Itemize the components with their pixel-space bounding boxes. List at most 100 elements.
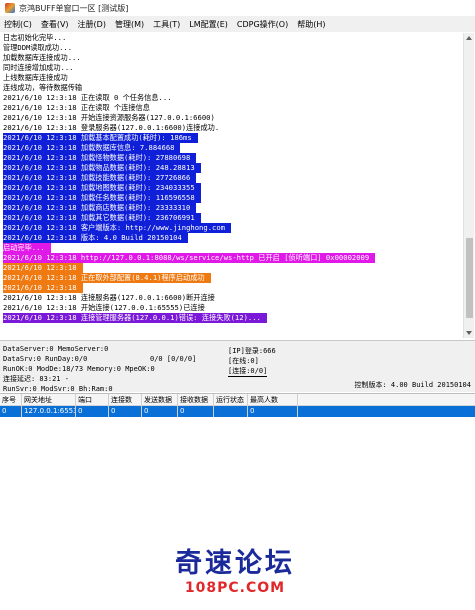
log-line: 2021/6/10 12:3:18	[2, 263, 462, 273]
table-cell: 0	[178, 406, 214, 417]
log-line: 连线成功，等待数据传输	[2, 83, 462, 93]
log-scrollbar[interactable]	[463, 33, 474, 338]
log-line: 2021/6/10 12:3:18 加载商店数据(耗时): 23333310	[2, 203, 462, 213]
log-line: 2021/6/10 12:3:18 版本: 4.0 Build 20150104	[2, 233, 462, 243]
log-text: 2021/6/10 12:3:18 加载商店数据(耗时): 23333310	[3, 203, 197, 213]
col-header-connections[interactable]: 连接数	[109, 394, 142, 405]
col-header-address[interactable]: 网关地址	[22, 394, 76, 405]
col-header-port[interactable]: 端口	[76, 394, 109, 405]
col-header-sent[interactable]: 发送数据	[142, 394, 178, 405]
menu-bar: 控制(C) 查看(V) 注册(D) 管理(M) 工具(T) LM配置(E) CD…	[0, 16, 475, 32]
col-header-max-users[interactable]: 最高人数	[248, 394, 298, 405]
log-line: 2021/6/10 12:3:18 正在读取 0 个任务信息...	[2, 93, 462, 103]
scroll-up-icon[interactable]	[466, 36, 472, 40]
menu-lm-config[interactable]: LM配置(E)	[189, 19, 228, 30]
table-cell: 0	[0, 406, 22, 417]
log-line: 2021/6/10 12:3:18 加载怪物数据(耗时): 27880698	[2, 153, 462, 163]
log-line: 2021/6/10 12:3:18 登录服务器(127.0.0.1:6600)连…	[2, 123, 462, 133]
log-line: 2021/6/10 12:3:18 加载物品数据(耗时): 248.28813	[2, 163, 462, 173]
menu-help[interactable]: 帮助(H)	[297, 19, 325, 30]
title-bar: 京鸿BUFF单窗口一区 [测试版]	[0, 0, 475, 16]
menu-tools[interactable]: 工具(T)	[153, 19, 180, 30]
log-line: 日志初始化完毕...	[2, 33, 462, 43]
log-text: 日志初始化完毕...	[3, 33, 67, 42]
log-line: 2021/6/10 12:3:18 连接管理服务器(127.0.0.1)错误: …	[2, 313, 462, 323]
log-text: 2021/6/10 12:3:18 加载其它数据(耗时): 236706991	[3, 213, 201, 223]
status-line: DataServer:0 MemoServer:0	[3, 345, 109, 353]
log-text: 同时连接增加成功...	[3, 63, 74, 72]
log-text: 2021/6/10 12:3:18 正在读取 个连接信息	[3, 103, 150, 112]
log-text: 2021/6/10 12:3:18 加载物品数据(耗时): 248.28813	[3, 163, 201, 173]
log-line: 2021/6/10 12:3:18 连接服务器(127.0.0.1:6600)断…	[2, 293, 462, 303]
status-panel: DataServer:0 MemoServer:0 DataSrv:0 RunD…	[0, 340, 475, 394]
log-text: 2021/6/10 12:3:18 连接服务器(127.0.0.1:6600)断…	[3, 293, 215, 302]
status-left: DataServer:0 MemoServer:0 DataSrv:0 RunD…	[3, 344, 213, 394]
menu-view[interactable]: 查看(V)	[41, 19, 69, 30]
log-text: 2021/6/10 12:3:18 版本: 4.0 Build 20150104	[3, 233, 188, 243]
scroll-thumb[interactable]	[466, 238, 473, 318]
log-text: 2021/6/10 12:3:18 登录服务器(127.0.0.1:6600)连…	[3, 123, 220, 132]
log-line: 管理DDM读取成功...	[2, 43, 462, 53]
table-cell: 0	[109, 406, 142, 417]
menu-control[interactable]: 控制(C)	[4, 19, 32, 30]
log-line: 2021/6/10 12:3:18 加载技能数据(耗时): 27726866	[2, 173, 462, 183]
log-text: 启动完毕...	[3, 243, 51, 253]
log-line: 启动完毕...	[2, 243, 462, 253]
log-text: 2021/6/10 12:3:18 加载基本配置成功(耗时): 186ms	[3, 133, 198, 143]
table-cell: 0	[76, 406, 109, 417]
log-line: 2021/6/10 12:3:18 http://127.0.0.1:8088/…	[2, 253, 462, 263]
col-header-index[interactable]: 序号	[0, 394, 22, 405]
status-mid: 0/0 [0/0/0]	[150, 355, 197, 363]
watermark-text: 奇速论坛	[175, 548, 295, 579]
status-online: [在线:0]	[228, 357, 259, 365]
log-line: 2021/6/10 12:3:18 正在取外部配置(8.4.1)程序启动成功	[2, 273, 462, 283]
version-label: 控制版本: 4.00 Build 20150104	[354, 381, 471, 389]
log-line: 2021/6/10 12:3:18 开始连接(127.0.0.1:65555)已…	[2, 303, 462, 313]
table-cell: 0	[248, 406, 298, 417]
log-text: 2021/6/10 12:3:18	[3, 263, 83, 273]
log-text: 连线成功，等待数据传输	[3, 83, 83, 92]
log-text: 2021/6/10 12:3:18 正在取外部配置(8.4.1)程序启动成功	[3, 273, 211, 283]
log-text: 2021/6/10 12:3:18 加载地图数据(耗时): 234033355	[3, 183, 201, 193]
log-line: 2021/6/10 12:3:18 加载数据库信息: 7.884668	[2, 143, 462, 153]
log-text: 2021/6/10 12:3:18	[3, 283, 83, 293]
menu-register[interactable]: 注册(D)	[78, 19, 106, 30]
col-header-received[interactable]: 接收数据	[178, 394, 214, 405]
log-line: 2021/6/10 12:3:18 加载任务数据(耗时): 116596558	[2, 193, 462, 203]
log-line: 上线数据库连接成功	[2, 73, 462, 83]
table-cell	[214, 406, 248, 417]
log-line: 2021/6/10 12:3:18 加载基本配置成功(耗时): 186ms	[2, 133, 462, 143]
table-cell: 0	[142, 406, 178, 417]
log-text: 加载数据库连接成功...	[3, 53, 81, 62]
scroll-down-icon[interactable]	[466, 331, 472, 335]
log-text: 上线数据库连接成功	[3, 73, 68, 82]
log-text: 2021/6/10 12:3:18 正在读取 0 个任务信息...	[3, 93, 172, 102]
status-line: 连接延迟: 83:21 -	[3, 375, 69, 383]
log-text: 2021/6/10 12:3:18 开始连接(127.0.0.1:65555)已…	[3, 303, 205, 312]
status-line: RunOK:0 ModDe:18/73 Memory:0 MpeOK:0	[3, 365, 155, 373]
connections-link[interactable]: [连接:0/0]	[228, 366, 268, 377]
log-line: 2021/6/10 12:3:18 客户端版本: http://www.jing…	[2, 223, 462, 233]
log-line: 2021/6/10 12:3:18 正在读取 个连接信息	[2, 103, 462, 113]
log-line: 加载数据库连接成功...	[2, 53, 462, 63]
log-text: 2021/6/10 12:3:18 加载任务数据(耗时): 116596558	[3, 193, 201, 203]
status-ip-login: [IP]登录:666	[228, 347, 276, 355]
log-text: 2021/6/10 12:3:18 加载数据库信息: 7.884668	[3, 143, 181, 153]
menu-cdpg[interactable]: CDPG操作(O)	[237, 19, 288, 30]
log-text: 2021/6/10 12:3:18 加载技能数据(耗时): 27726866	[3, 173, 197, 183]
log-line: 2021/6/10 12:3:18 加载其它数据(耗时): 236706991	[2, 213, 462, 223]
table-header: 序号 网关地址 端口 连接数 发送数据 接收数据 运行状态 最高人数	[0, 394, 475, 406]
log-text: 2021/6/10 12:3:18 加载怪物数据(耗时): 27880698	[3, 153, 197, 163]
col-header-status[interactable]: 运行状态	[214, 394, 248, 405]
app-icon	[5, 3, 15, 13]
log-text: 2021/6/10 12:3:18 连接管理服务器(127.0.0.1)错误: …	[3, 313, 267, 323]
watermark: 奇速论坛 108PC.COM	[155, 548, 315, 596]
log-text: 2021/6/10 12:3:18 客户端版本: http://www.jing…	[3, 223, 232, 233]
log-line: 2021/6/10 12:3:18	[2, 283, 462, 293]
log-line: 2021/6/10 12:3:18 加载地图数据(耗时): 234033355	[2, 183, 462, 193]
table-row[interactable]: 0 127.0.0.1:65535 0 0 0 0 0	[0, 406, 475, 417]
log-panel[interactable]: 日志初始化完毕... 管理DDM读取成功... 加载数据库连接成功... 同时连接增加…	[2, 33, 462, 338]
menu-manage[interactable]: 管理(M)	[115, 19, 144, 30]
log-line: 2021/6/10 12:3:18 开始连接资源服务器(127.0.0.1:66…	[2, 113, 462, 123]
status-right: [IP]登录:666 [在线:0] [连接:0/0]	[228, 346, 276, 377]
